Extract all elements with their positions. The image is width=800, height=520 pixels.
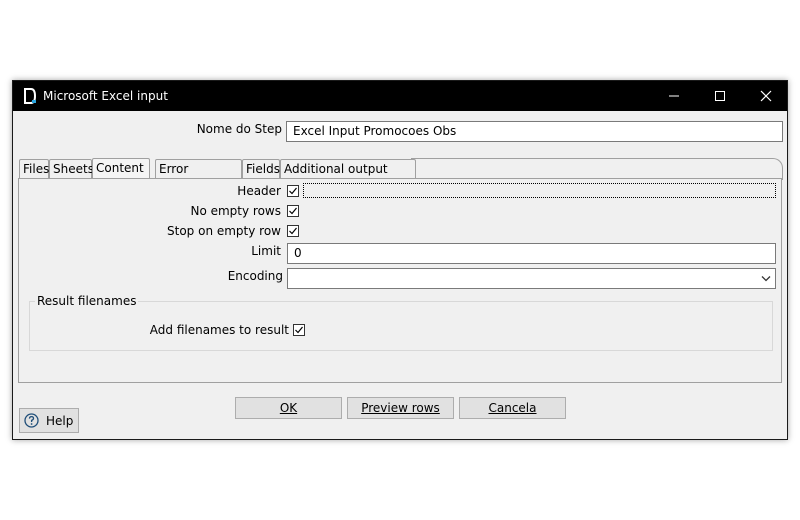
checkmark-icon: [289, 227, 297, 235]
help-circle-icon: [24, 413, 39, 428]
close-icon: [760, 90, 772, 102]
result-filenames-title: Result filenames: [35, 294, 139, 308]
title-bar[interactable]: Microsoft Excel input: [13, 81, 787, 111]
step-name-label: Nome do Step: [196, 122, 282, 136]
step-name-input[interactable]: Excel Input Promocoes Obs: [286, 121, 783, 142]
header-checkbox[interactable]: [287, 185, 299, 197]
help-label: Help: [46, 414, 74, 428]
cancel-button[interactable]: Cancela: [459, 397, 566, 419]
cancel-label: Cancela: [488, 401, 537, 415]
minimize-button[interactable]: [651, 81, 697, 111]
checkmark-icon: [295, 326, 303, 334]
tab-content[interactable]: Content: [92, 158, 150, 179]
tab-error-handling[interactable]: Error Handling: [155, 159, 242, 195]
no-empty-rows-checkbox[interactable]: [287, 205, 299, 217]
preview-rows-label: Preview rows: [361, 401, 440, 415]
checkmark-icon: [289, 207, 297, 215]
tab-files[interactable]: Files: [19, 159, 49, 178]
tab-sheets[interactable]: Sheets: [49, 159, 94, 178]
header-focus-rect: [303, 183, 776, 198]
add-filenames-label: Add filenames to result: [149, 323, 289, 337]
no-empty-rows-label: No empty rows: [190, 204, 281, 218]
maximize-icon: [715, 91, 725, 101]
stop-on-empty-row-checkbox[interactable]: [287, 225, 299, 237]
tab-additional-output-fields[interactable]: Additional output fields: [280, 159, 416, 195]
preview-rows-button[interactable]: Preview rows: [347, 397, 454, 419]
close-button[interactable]: [743, 81, 789, 111]
stop-on-empty-row-label: Stop on empty row: [167, 224, 281, 238]
checkmark-icon: [289, 187, 297, 195]
limit-input[interactable]: 0: [287, 243, 776, 264]
header-label: Header: [237, 184, 281, 198]
window-title: Microsoft Excel input: [43, 89, 168, 103]
tab-strip-edge: [411, 158, 783, 180]
chevron-down-icon[interactable]: [761, 275, 771, 283]
encoding-label: Encoding: [227, 269, 283, 283]
add-filenames-checkbox[interactable]: [293, 324, 305, 336]
minimize-icon: [669, 95, 679, 97]
ok-button[interactable]: OK: [235, 397, 342, 419]
dialog-window: Microsoft Excel input Nome do Step Excel…: [12, 80, 788, 440]
app-icon: [24, 88, 37, 104]
maximize-button[interactable]: [697, 81, 743, 111]
tab-fields[interactable]: Fields: [242, 159, 280, 178]
encoding-select[interactable]: [287, 268, 776, 289]
help-button[interactable]: Help: [19, 408, 79, 433]
limit-label: Limit: [251, 244, 281, 258]
ok-label: OK: [279, 401, 298, 415]
